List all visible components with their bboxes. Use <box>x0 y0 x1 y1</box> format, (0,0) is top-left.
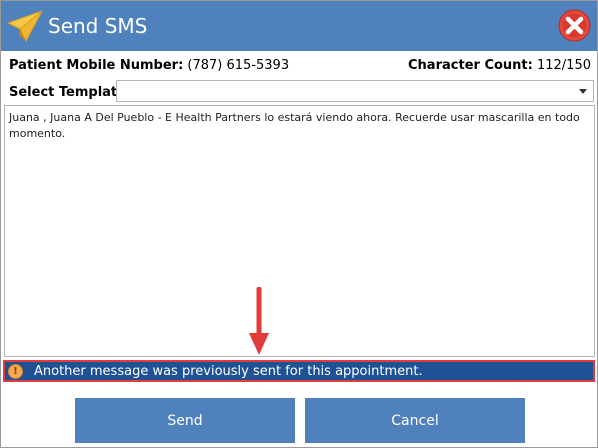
warning-icon: ! <box>8 364 23 379</box>
mobile-label: Patient Mobile Number: <box>9 58 184 73</box>
notice-text: Another message was previously sent for … <box>34 364 423 379</box>
arrow-down-icon <box>249 287 269 355</box>
template-dropdown[interactable] <box>116 80 594 102</box>
title-bar: Send SMS <box>1 1 597 51</box>
chevron-down-icon[interactable] <box>579 89 587 94</box>
send-sms-dialog: Send SMS Patient Mobile Number: (787) 61… <box>0 0 598 448</box>
template-label: Select Template: <box>9 85 132 100</box>
mobile-value: (787) 615-5393 <box>187 58 290 73</box>
previous-message-notice: ! Another message was previously sent fo… <box>3 360 595 382</box>
count-value: 112/150 <box>536 58 591 73</box>
send-button[interactable]: Send <box>75 398 295 443</box>
patient-mobile-info: Patient Mobile Number: (787) 615-5393 <box>9 57 289 75</box>
count-label: Character Count: <box>408 58 533 73</box>
message-textarea[interactable]: Juana , Juana A Del Pueblo - E Health Pa… <box>4 105 595 357</box>
dialog-title: Send SMS <box>48 14 148 38</box>
paper-plane-icon <box>6 10 43 43</box>
cancel-button[interactable]: Cancel <box>305 398 525 443</box>
close-icon[interactable] <box>558 9 591 42</box>
character-count-info: Character Count: 112/150 <box>408 57 591 75</box>
